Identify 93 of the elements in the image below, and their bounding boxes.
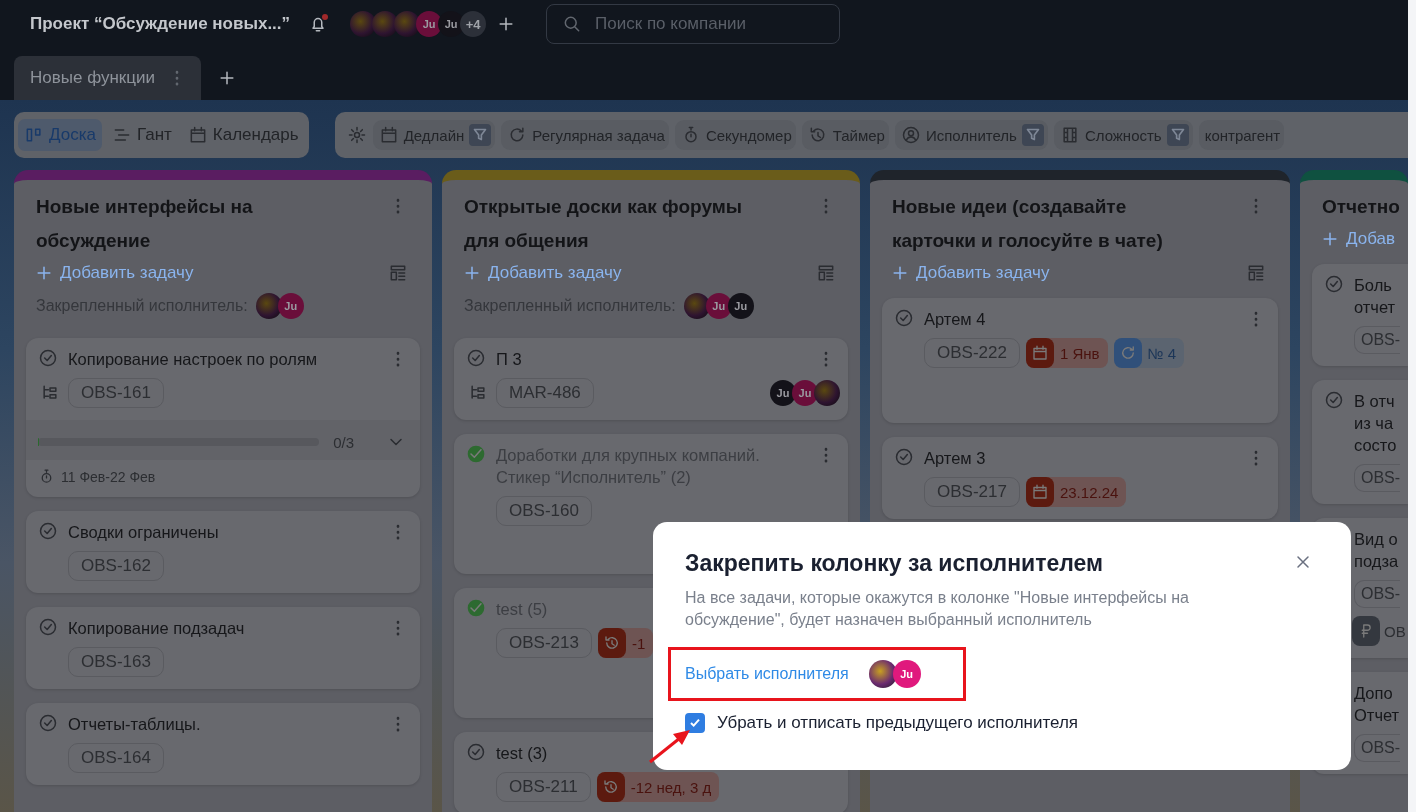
task-title: Копирование подзадач (68, 618, 245, 639)
filter-label: Регулярная задача (532, 126, 665, 144)
filter-chip[interactable]: Секундомер (674, 120, 796, 150)
task-code: OBS- (1354, 734, 1401, 762)
overdue-tag[interactable]: -12 нед, 3 д (596, 772, 720, 802)
choose-assignee-link[interactable]: Выбрать исполнителя (685, 665, 849, 683)
settings-icon[interactable] (346, 125, 367, 145)
filter-label: Исполнитель (925, 126, 1017, 144)
completed-check-icon[interactable] (466, 598, 486, 618)
filter-icon[interactable] (1166, 124, 1189, 146)
add-task-button[interactable]: Добавить задачу (886, 263, 1054, 283)
user-icon (900, 125, 921, 145)
task-title: test (3) (496, 743, 548, 764)
avatar[interactable]: Ju (892, 660, 921, 688)
filter-label: Секундомер (705, 126, 792, 144)
task-code: MAR-486 (496, 378, 594, 408)
add-task-button[interactable]: Добавить задачу (30, 263, 198, 283)
overdue-tag[interactable]: -1 (597, 628, 654, 658)
history-icon (601, 778, 620, 796)
avatar-photo[interactable] (868, 660, 897, 688)
avatar[interactable]: Ju (792, 380, 818, 406)
filter-icon[interactable] (1021, 124, 1044, 146)
deadline-tag[interactable]: 23.12.24 (1025, 477, 1127, 507)
filter-chip[interactable]: Дедлайн (372, 120, 496, 150)
add-task-button[interactable]: Добав (1316, 229, 1399, 249)
column-title: Открытые доски как форумы для общения (464, 195, 744, 253)
task-code: OBS-161 (68, 378, 164, 408)
task-code: OBS-162 (68, 551, 164, 581)
column-title: Отчетно (1322, 195, 1400, 219)
task-code: OBS-163 (68, 647, 164, 677)
filter-label: Дедлайн (403, 126, 465, 144)
task-title: Копирование настроек по ролям (68, 349, 318, 370)
layout-icon[interactable] (1246, 263, 1266, 283)
completed-check-icon[interactable] (466, 444, 486, 464)
checkbox[interactable] (685, 713, 705, 733)
column-title: Новые интерфейсы на обсуждение (36, 195, 254, 253)
filter-label: контрагент (1204, 126, 1281, 144)
task-title: Артем 3 (924, 448, 986, 469)
more-members-count[interactable]: +4 (460, 11, 487, 37)
task-card[interactable]: Боль отчет OBS- (1312, 264, 1408, 366)
calendar-icon (1030, 344, 1049, 362)
task-title: В отч из ча состо (1354, 391, 1397, 456)
task-card[interactable]: Копирование подзадач OBS-163 (26, 607, 420, 689)
add-task-button[interactable]: Добавить задачу (458, 263, 626, 283)
layout-icon[interactable] (816, 263, 836, 283)
history-icon (602, 634, 621, 652)
task-title: П 3 (496, 349, 522, 370)
task-code: OBS-164 (68, 743, 164, 773)
task-code: OBS-160 (496, 496, 592, 526)
filter-label: Сложность (1084, 126, 1162, 144)
task-code: OBS-213 (496, 628, 592, 658)
task-code: OBS-217 (924, 477, 1020, 507)
task-title: Артем 4 (924, 309, 986, 330)
filter-chip[interactable]: контрагент (1198, 120, 1285, 150)
task-card[interactable]: Отчеты-таблицы. OBS-164 (26, 703, 420, 785)
filter-label: Таймер (832, 126, 885, 144)
task-card[interactable]: Артем 4 OBS-222 1 Янв № 4 (882, 298, 1278, 423)
task-card[interactable]: П 3 MAR-486 Ju Ju (454, 338, 848, 420)
task-title: Боль отчет (1354, 275, 1396, 318)
column-title: Новые идеи (создавайте карточки и голосуйте в чате) (892, 195, 1164, 253)
board-icon (24, 125, 44, 145)
layout-icon[interactable] (388, 263, 408, 283)
task-card[interactable]: В отч из ча состо OBS- (1312, 380, 1408, 504)
search-field[interactable]: Поиск по компании (546, 4, 841, 44)
task-code: OBS- (1354, 580, 1401, 608)
project-title[interactable]: Проект “Обсуждение новых...” (30, 14, 291, 34)
task-code: OBS-211 (496, 772, 591, 802)
avatar[interactable]: Ju (727, 293, 754, 319)
task-code: OBS- (1354, 326, 1401, 354)
board-tab[interactable]: Новые функции (14, 56, 201, 100)
task-period: 11 Фев-22 Фев (61, 468, 156, 485)
task-code: OBS-222 (924, 338, 1020, 368)
tab-label: Новые функции (30, 68, 155, 88)
deadline-tag[interactable]: 1 Янв (1025, 338, 1108, 368)
avatar[interactable]: Ju (770, 380, 796, 406)
avatar[interactable]: Ju (705, 293, 732, 319)
filter-chip[interactable]: Исполнитель (894, 120, 1048, 150)
task-card[interactable]: Сводки ограничены OBS-162 (26, 511, 420, 593)
avatar[interactable]: Ju (277, 293, 304, 319)
task-card[interactable]: Артем 3 OBS-217 23.12.24 (882, 437, 1278, 519)
task-title: Отчеты-таблицы. (68, 714, 201, 735)
task-title: Допо Отчет (1354, 683, 1400, 726)
repeat-tag[interactable]: № 4 (1113, 338, 1185, 368)
calendar-icon (1030, 483, 1049, 501)
filter-chip[interactable]: Таймер (801, 120, 889, 150)
view-tab[interactable]: Календарь (181, 119, 305, 151)
task-code: OBS- (1354, 464, 1401, 492)
filter-chip[interactable]: Сложность (1053, 120, 1193, 150)
filter-chip[interactable]: Регулярная задача (501, 120, 669, 150)
task-title: Сводки ограничены (68, 522, 219, 543)
filter-icon[interactable] (469, 124, 492, 146)
task-title: Вид о подза (1354, 529, 1399, 572)
view-tab[interactable]: Гант (105, 119, 178, 151)
